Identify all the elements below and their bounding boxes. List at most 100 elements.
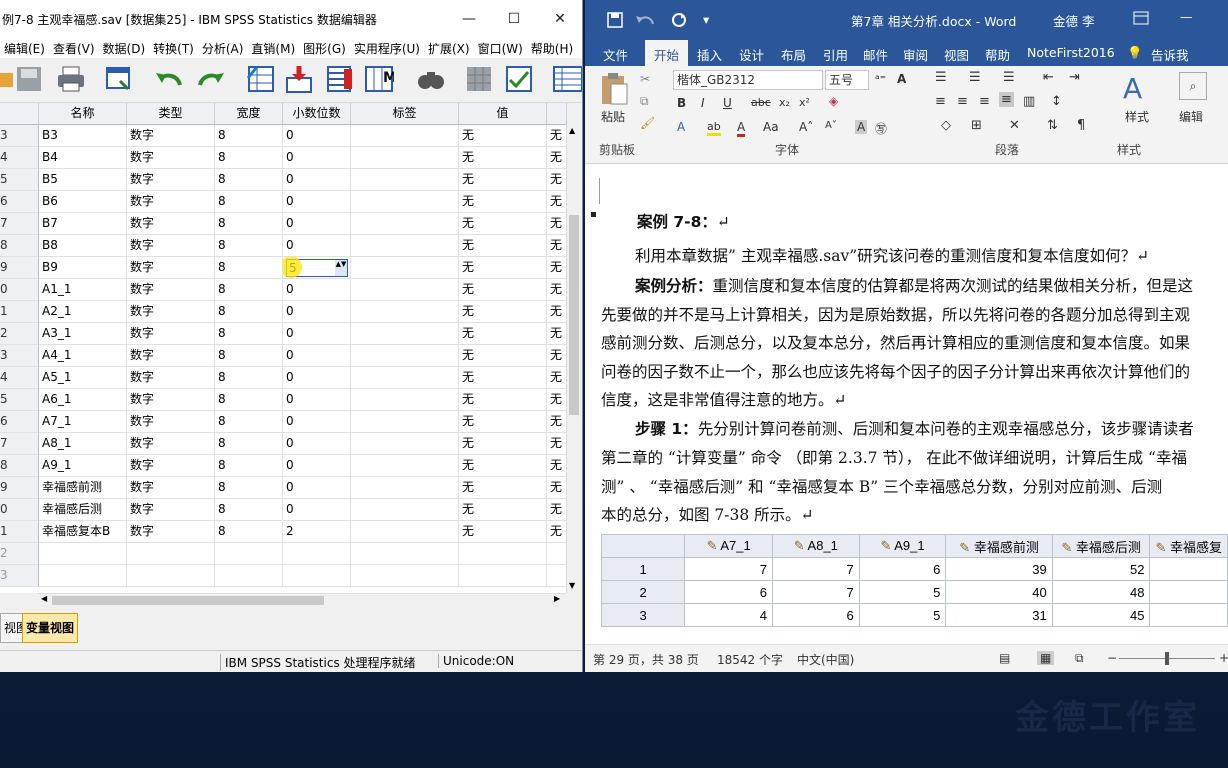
cell-type[interactable]: 数字 [127, 477, 215, 499]
distribute-icon[interactable]: ▥ [1023, 94, 1035, 109]
dialog-recall-icon[interactable] [104, 64, 134, 94]
goto-variable-icon[interactable] [284, 64, 314, 94]
numbering-icon[interactable]: ☰ [969, 70, 981, 85]
doc-bold-text[interactable]: 案例 7-8： [637, 213, 717, 231]
cell-missing[interactable]: 无 [547, 301, 567, 323]
cell-width[interactable]: 8 [215, 345, 283, 367]
quick-access-dropdown-icon[interactable]: ▾ [703, 12, 709, 27]
cell-name[interactable]: A5_1 [39, 367, 127, 389]
highlight-icon[interactable]: ab [707, 120, 721, 136]
cell-type[interactable] [127, 543, 215, 565]
bullets-icon[interactable]: ☰ [935, 70, 947, 85]
col-header-decimals[interactable]: 小数位数 [283, 103, 351, 125]
cell-name[interactable]: B4 [39, 147, 127, 169]
cell-values[interactable]: 无 [459, 235, 547, 257]
cell-name[interactable]: B6 [39, 191, 127, 213]
cell-width[interactable]: 8 [215, 499, 283, 521]
cell-label[interactable] [351, 257, 459, 279]
doc-line[interactable]: 测” 、 “幸福感后测” 和 “幸福感复本 B” 三个幸福感总分数，分别对应前测… [601, 475, 1162, 497]
increase-indent-icon[interactable]: ⇥ [1069, 70, 1080, 85]
cell-type[interactable]: 数字 [127, 169, 215, 191]
doc-line[interactable]: 步骤 1：先分别计算问卷前测、后测和复本问卷的主观幸福感总分，该步骤请读者 [635, 417, 1194, 439]
cell-decimals[interactable]: 0 [283, 455, 351, 477]
cell-missing[interactable]: 无 [547, 191, 567, 213]
doc-text[interactable]: 本的总分，如图 7-38 所示。↵ [601, 506, 814, 524]
cell-type[interactable]: 数字 [127, 521, 215, 543]
cell-name[interactable]: B8 [39, 235, 127, 257]
cell-type[interactable]: 数字 [127, 279, 215, 301]
cell-decimals[interactable]: 0 [283, 191, 351, 213]
doc-text[interactable]: 信度，这是非常值得注意的地方。↵ [601, 391, 847, 409]
subscript-icon[interactable]: x₂ [779, 96, 790, 109]
cell-values[interactable]: 无 [459, 499, 547, 521]
cell-width[interactable]: 8 [215, 455, 283, 477]
cell-missing[interactable]: 无 [547, 257, 567, 279]
font-color-icon[interactable]: A [737, 120, 746, 137]
cell-width[interactable]: 8 [215, 191, 283, 213]
menu-utilities[interactable]: 实用程序(U) [350, 40, 424, 57]
col-header-label[interactable]: 标签 [351, 103, 459, 125]
cell-decimals[interactable]: 0 [283, 147, 351, 169]
tab-review[interactable]: 审阅 [903, 45, 928, 64]
tab-home[interactable]: 开始 [645, 40, 689, 66]
cell-type[interactable]: 数字 [127, 455, 215, 477]
cell-name[interactable]: A8_1 [39, 433, 127, 455]
cell-label[interactable] [351, 367, 459, 389]
doc-line[interactable]: 感前测分数、后测总分，以及复本总分，然后再计算相应的重测信度和复本信度。如果 [601, 331, 1190, 353]
cell-name[interactable]: A4_1 [39, 345, 127, 367]
doc-line[interactable]: 先要做的并不是马上计算相关，因为是原始数据，所以先将问卷的各题分加总得到主观 [601, 303, 1190, 325]
align-left-icon[interactable]: ≡ [935, 94, 946, 109]
doc-line[interactable]: 案例分析：重测信度和复本信度的估算都是将两次测试的结果做相关分析，但是这 [635, 274, 1193, 296]
doc-text[interactable]: 利用本章数据” 主观幸福感.sav”研究该问卷的重测信度和复本信度如何？↵ [635, 247, 1149, 265]
superscript-icon[interactable]: x² [799, 96, 810, 109]
cell-values[interactable]: 无 [459, 345, 547, 367]
web-layout-icon[interactable]: ⧉ [1075, 651, 1084, 666]
value-labels-icon[interactable]: M [364, 64, 394, 94]
minimize-button[interactable]: — [1180, 9, 1193, 24]
tab-insert[interactable]: 插入 [697, 45, 722, 64]
cell-label[interactable] [351, 389, 459, 411]
close-button[interactable]: ✕ [537, 0, 582, 38]
cell-missing[interactable] [547, 543, 567, 565]
variables-icon[interactable] [324, 64, 354, 94]
menu-transform[interactable]: 转换(T) [149, 40, 198, 57]
cell-decimals[interactable]: 0 [283, 411, 351, 433]
cell-missing[interactable]: 无 [547, 455, 567, 477]
cell-label[interactable] [351, 301, 459, 323]
cell-decimals[interactable]: 0 [283, 169, 351, 191]
scroll-thumb[interactable] [569, 215, 579, 415]
scroll-left-icon[interactable]: ◀ [41, 594, 47, 603]
cell-type[interactable]: 数字 [127, 323, 215, 345]
undo-icon[interactable] [635, 12, 657, 31]
doc-bold-text[interactable]: 步骤 1： [635, 420, 698, 438]
cell-width[interactable]: 8 [215, 411, 283, 433]
menu-graphs[interactable]: 图形(G) [299, 40, 350, 57]
cell-decimals[interactable]: 0 [283, 235, 351, 257]
menu-help[interactable]: 帮助(H) [527, 40, 577, 57]
tab-references[interactable]: 引用 [823, 45, 848, 64]
cell-label[interactable] [351, 169, 459, 191]
cell-name[interactable]: A3_1 [39, 323, 127, 345]
line-spacing-icon[interactable]: ↕ [1051, 94, 1062, 109]
cell-decimals[interactable]: 0 [283, 301, 351, 323]
cell-label[interactable] [351, 345, 459, 367]
phonetic-icon[interactable]: ᵃ⁼ [875, 72, 886, 86]
split-file-icon[interactable] [464, 64, 494, 94]
col-header-name[interactable]: 名称 [39, 103, 127, 125]
cell-values[interactable]: 无 [459, 477, 547, 499]
menu-edit[interactable]: 编辑(E) [0, 40, 49, 57]
menu-direct-marketing[interactable]: 直销(M) [247, 40, 299, 57]
cell-name[interactable]: 幸福感复本B [39, 521, 127, 543]
strikethrough-icon[interactable]: abc [751, 96, 771, 109]
zoom-thumb[interactable] [1165, 652, 1169, 665]
cell-label[interactable] [351, 433, 459, 455]
font-name-box[interactable]: 楷体_GB2312 [673, 70, 823, 90]
clear-format-icon[interactable]: ◈ [829, 94, 838, 108]
menu-view[interactable]: 查看(V) [49, 40, 99, 57]
doc-line[interactable]: 案例 7-8：↵ [637, 210, 730, 232]
print-layout-icon[interactable]: ▦ [1037, 651, 1055, 665]
doc-text[interactable]: 第二章的 “计算变量” 命令 （即第 2.3.7 节）， 在此不做详细说明，计算… [601, 449, 1187, 467]
cell-decimals[interactable]: 0 [283, 367, 351, 389]
cell-label[interactable] [351, 543, 459, 565]
redo-icon[interactable] [671, 12, 687, 31]
